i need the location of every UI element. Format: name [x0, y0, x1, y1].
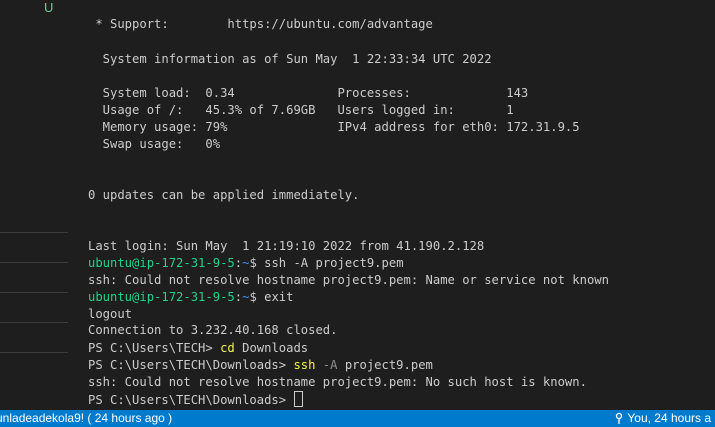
logout-line: logout	[88, 307, 133, 321]
command-text: exit	[264, 290, 294, 304]
sidebar-divider	[0, 232, 68, 233]
vscode-window: U * Support: https://ubuntu.com/advantag…	[0, 0, 715, 427]
ssh-prompt-line: ubuntu@ip-172-31-9-5:~$ ssh -A project9.…	[88, 255, 404, 272]
sysinfo-line: System information as of Sun May 1 22:33…	[88, 52, 492, 66]
terminal-panel[interactable]: * Support: https://ubuntu.com/advantage …	[68, 0, 715, 410]
prompt-dollar: $	[249, 290, 265, 304]
stats-line: System load: 0.34 Processes: 143	[88, 86, 529, 100]
support-line: * Support: https://ubuntu.com/advantage	[88, 17, 433, 31]
error-line: ssh: Could not resolve hostname project9…	[88, 375, 587, 389]
prompt-colon: :	[234, 290, 243, 304]
terminal-cursor[interactable]	[294, 391, 304, 407]
ps-prompt: PS C:\Users\TECH>	[88, 341, 221, 355]
command-flag: -A	[315, 358, 338, 372]
command-name: cd	[220, 341, 235, 355]
git-lens-status[interactable]: You, 24 hours a	[614, 410, 711, 427]
explorer-sidebar: U	[0, 0, 68, 410]
stats-line: Memory usage: 79% IPv4 address for eth0:…	[88, 120, 580, 134]
command-text: ssh -A project9.pem	[264, 256, 404, 270]
untracked-badge: U	[44, 0, 54, 15]
git-lens-label: You, 24 hours a	[627, 411, 711, 425]
sidebar-divider	[0, 262, 68, 263]
status-bar: unladeadekola9! ( 24 hours ago ) You, 24…	[0, 410, 715, 427]
connection-closed-line: Connection to 3.232.40.168 closed.	[88, 323, 338, 337]
sidebar-divider	[0, 322, 68, 323]
prompt-user: ubuntu@ip-172-31-9-5	[88, 256, 235, 270]
ps-prompt-line: PS C:\Users\TECH\Downloads> ssh -A proje…	[88, 357, 433, 374]
stats-line: Swap usage: 0%	[88, 137, 221, 151]
ps-prompt: PS C:\Users\TECH\Downloads>	[88, 393, 294, 407]
ps-prompt: PS C:\Users\TECH\Downloads>	[88, 358, 294, 372]
prompt-user: ubuntu@ip-172-31-9-5	[88, 290, 235, 304]
git-commit-icon	[616, 412, 623, 424]
prompt-colon: :	[234, 256, 243, 270]
command-name: ssh	[293, 358, 316, 372]
sidebar-divider	[0, 352, 68, 353]
command-arg: Downloads	[234, 341, 309, 355]
updates-line: 0 updates can be applied immediately.	[88, 188, 360, 202]
ps-prompt-line: PS C:\Users\TECH> cd Downloads	[88, 340, 308, 357]
last-login-line: Last login: Sun May 1 21:19:10 2022 from…	[88, 239, 485, 253]
sidebar-divider	[0, 292, 68, 293]
ps-prompt-line[interactable]: PS C:\Users\TECH\Downloads>	[88, 391, 304, 409]
error-line: ssh: Could not resolve hostname project9…	[88, 273, 609, 287]
ssh-prompt-line: ubuntu@ip-172-31-9-5:~$ exit	[88, 289, 293, 306]
command-arg: project9.pem	[337, 358, 433, 372]
git-blame-status[interactable]: unladeadekola9! ( 24 hours ago )	[0, 410, 172, 427]
stats-line: Usage of /: 45.3% of 7.69GB Users logged…	[88, 103, 514, 117]
prompt-dollar: $	[249, 256, 265, 270]
